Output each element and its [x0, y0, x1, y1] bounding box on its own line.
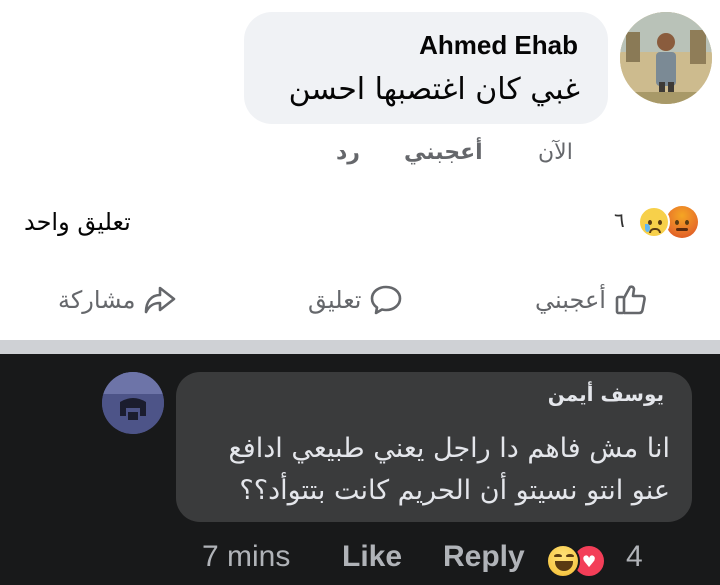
- reply-like-button[interactable]: Like: [342, 540, 402, 574]
- share-button[interactable]: مشاركة: [58, 280, 177, 320]
- like-label: أعجبني: [535, 286, 606, 314]
- reaction-count: ٦: [614, 208, 625, 232]
- comments-count[interactable]: تعليق واحد: [24, 208, 131, 236]
- reply-avatar[interactable]: [102, 372, 164, 434]
- comment-label: تعليق: [308, 286, 362, 314]
- thumbs-up-icon: [614, 283, 648, 317]
- comment-reply-button[interactable]: رد: [336, 140, 360, 165]
- comment-timestamp[interactable]: الآن: [538, 140, 573, 165]
- reply-reaction-count: 4: [626, 540, 643, 573]
- reply-reply-button[interactable]: Reply: [443, 540, 525, 574]
- share-label: مشاركة: [58, 286, 136, 314]
- comment-bubble: Ahmed Ehab غبي كان اغتصبها احسن: [244, 12, 608, 124]
- post-area: Ahmed Ehab غبي كان اغتصبها احسن الآن أعج…: [0, 0, 720, 348]
- section-divider: [0, 340, 720, 354]
- share-icon: [143, 283, 177, 317]
- like-button[interactable]: أعجبني: [535, 280, 648, 320]
- comment-author[interactable]: Ahmed Ehab: [419, 30, 578, 61]
- reply-reaction-summary[interactable]: ♥: [546, 544, 616, 580]
- reply-author[interactable]: يوسف أيمن: [548, 382, 664, 406]
- sad-icon: [638, 206, 670, 238]
- angry-icon: [666, 206, 698, 238]
- comment-button[interactable]: تعليق: [308, 280, 403, 320]
- reply-text: انا مش فاهم دا راجل يعني طبيعي ادافع عنو…: [228, 433, 670, 506]
- comment-text: غبي كان اغتصبها احسن: [288, 72, 580, 107]
- reply-bubble: يوسف أيمن انا مش فاهم دا راجل يعني طبيعي…: [176, 372, 692, 522]
- reply-timestamp[interactable]: 7 mins: [202, 540, 290, 574]
- comment-like-button[interactable]: أعجبني: [404, 140, 483, 165]
- reaction-summary[interactable]: ٦: [614, 206, 704, 238]
- haha-icon: [546, 544, 580, 578]
- comment-icon: [369, 283, 403, 317]
- avatar[interactable]: [620, 12, 712, 104]
